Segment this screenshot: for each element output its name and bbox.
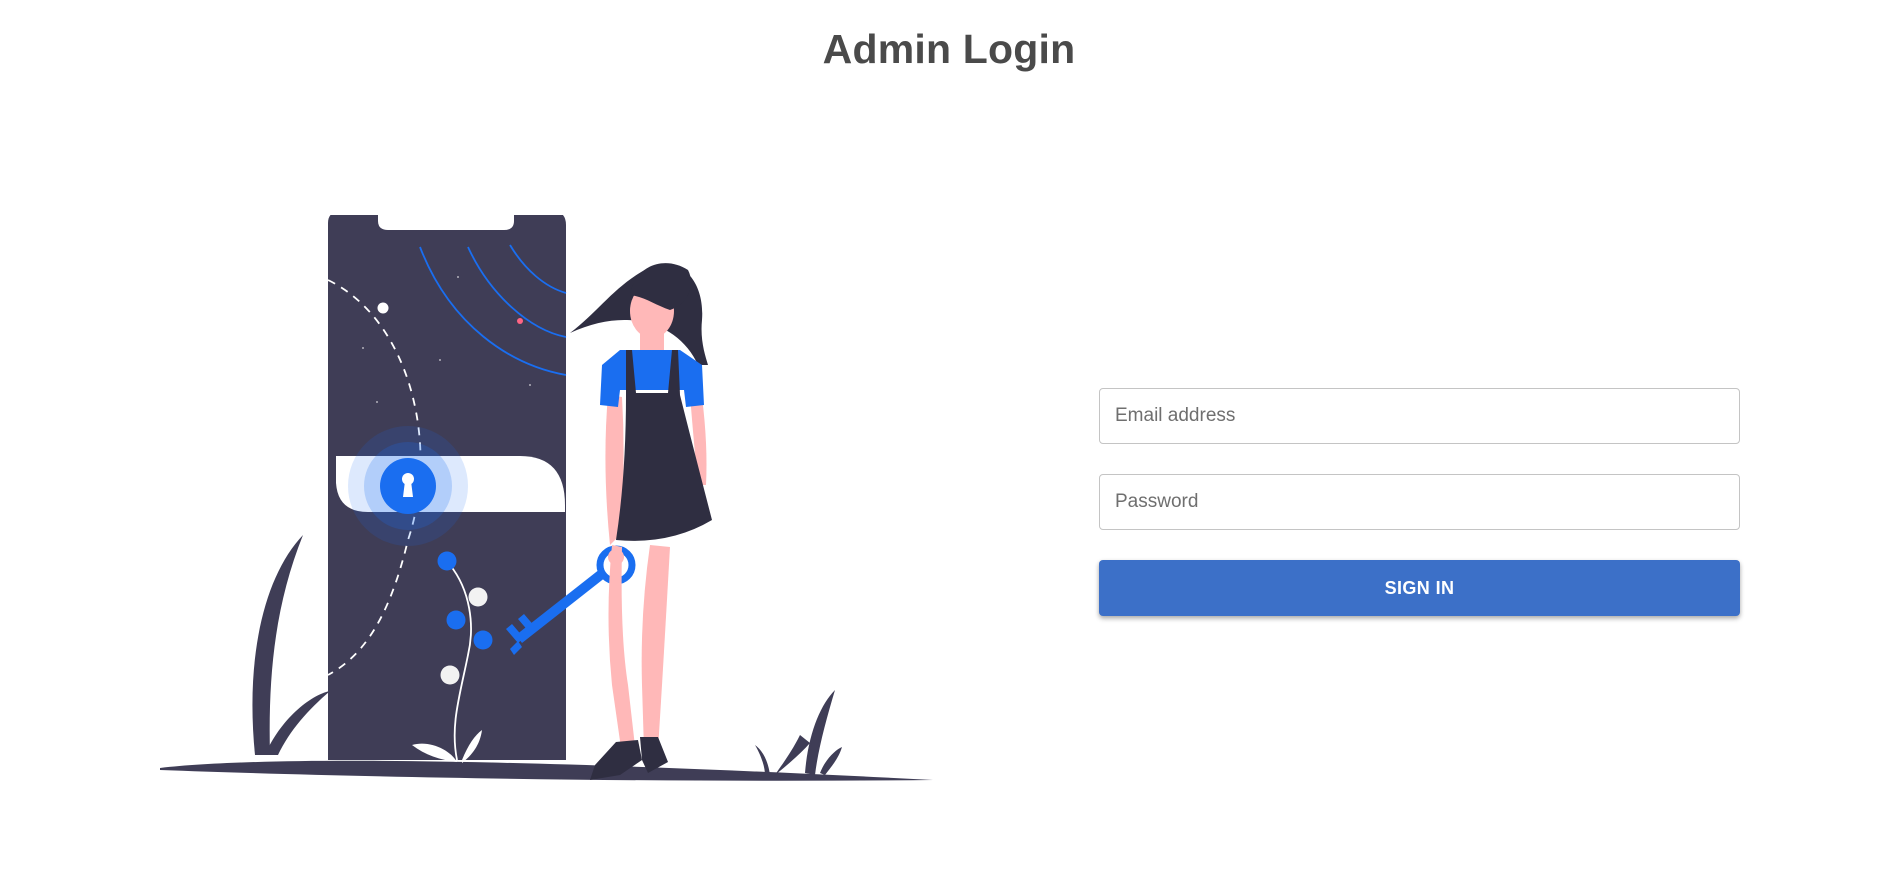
email-field[interactable] xyxy=(1099,388,1740,444)
login-page: Admin Login Email address SIGN IN xyxy=(0,0,1898,879)
page-title: Admin Login xyxy=(822,26,1076,72)
login-illustration xyxy=(150,211,950,795)
sign-in-button[interactable]: SIGN IN xyxy=(1099,560,1740,616)
login-form: SIGN IN xyxy=(1099,388,1740,616)
password-field[interactable] xyxy=(1099,474,1740,530)
